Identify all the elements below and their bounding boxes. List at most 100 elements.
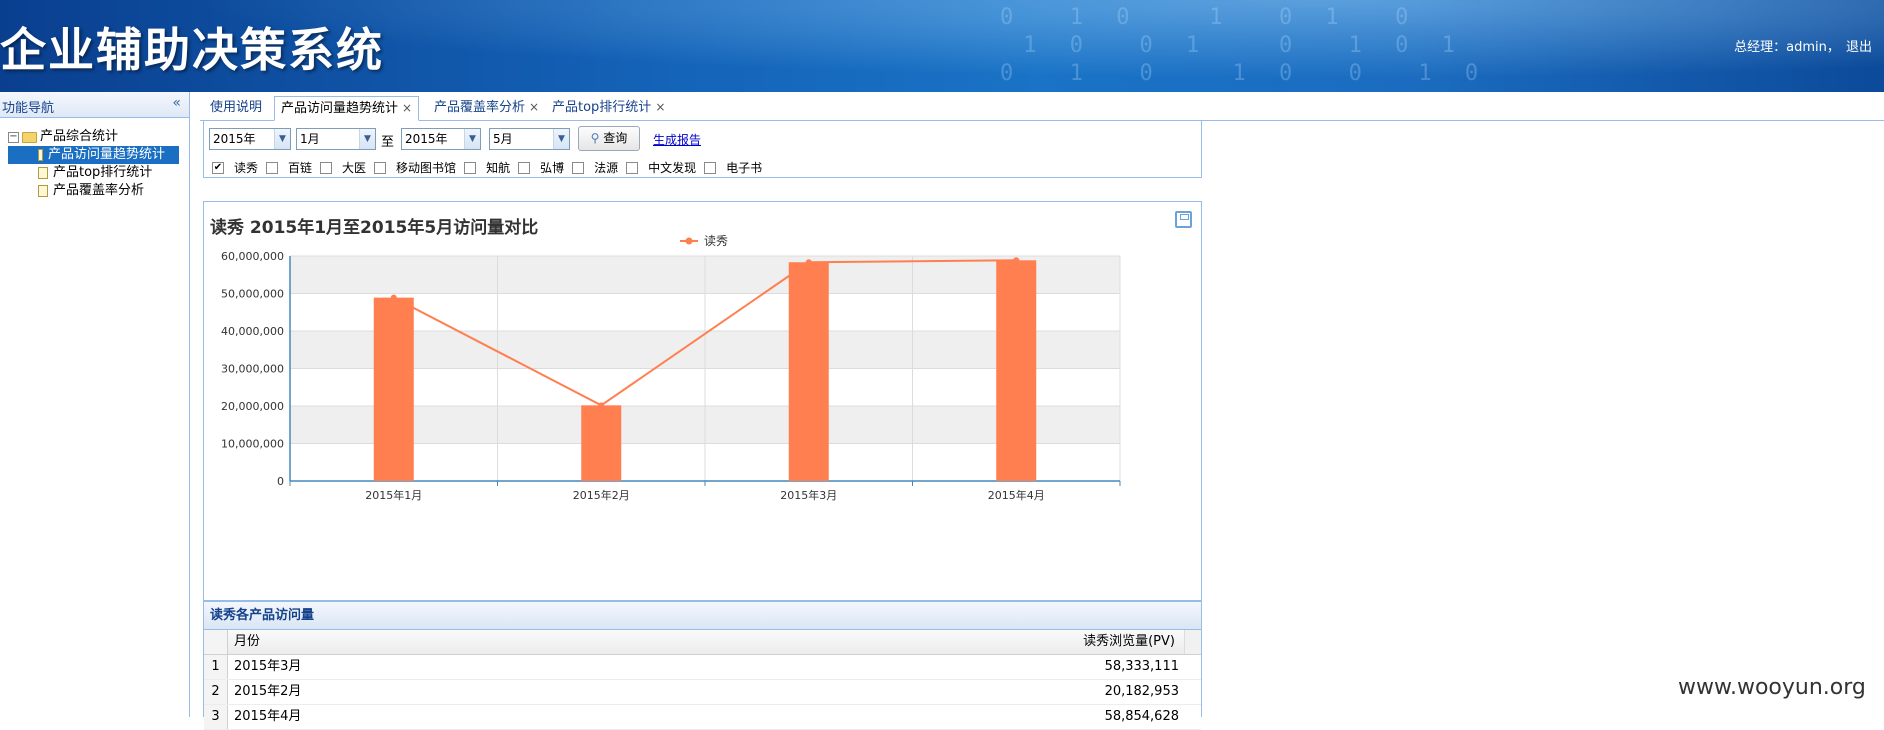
tab-visit-trend[interactable]: 产品访问量趋势统计 × — [274, 96, 420, 121]
cell-pv: 20,182,953 — [1104, 684, 1179, 699]
x-tick-label: 2015年4月 — [988, 488, 1045, 502]
from-month-select[interactable]: 1月 ▼ — [296, 128, 376, 150]
checkbox-icon[interactable] — [266, 161, 279, 174]
cell-month: 2015年4月 — [234, 709, 302, 724]
y-tick-label: 10,000,000 — [221, 438, 284, 451]
product-checkbox[interactable]: 知航 — [464, 159, 510, 176]
tab-coverage[interactable]: 产品覆盖率分析 × — [428, 96, 545, 121]
checkbox-icon[interactable] — [626, 161, 639, 174]
row-number: 3 — [204, 705, 228, 729]
nav-tree: − 产品综合统计 产品访问量趋势统计 产品top排行统计 产品覆盖率分析 — [0, 118, 189, 200]
select-value: 2015年 — [213, 132, 256, 146]
checkbox-icon[interactable] — [704, 161, 717, 174]
tree-item-label: 产品访问量趋势统计 — [47, 147, 165, 162]
visit-chart: 0 10,000,000 20,000,000 30,000,000 40,000,00… — [221, 234, 1121, 502]
tab-top-ranking[interactable]: 产品top排行统计 × — [546, 96, 671, 121]
sidebar: 功能导航 « − 产品综合统计 产品访问量趋势统计 产品top排行统计 产品覆盖… — [0, 92, 190, 717]
data-grid-panel: 读秀各产品访问量 月份 读秀浏览量(PV) 1 2015年3月 58,333,1… — [203, 601, 1202, 730]
row-number: 1 — [204, 655, 228, 679]
app-title: 企业辅助决策系统 — [0, 23, 384, 77]
product-checkbox[interactable]: 弘博 — [518, 159, 564, 176]
chevron-down-icon: ▼ — [553, 129, 569, 149]
table-row[interactable]: 1 2015年3月 58,333,111 — [204, 655, 1201, 680]
to-year-select[interactable]: 2015年 ▼ — [401, 128, 481, 150]
x-tick-label: 2015年2月 — [573, 488, 630, 502]
bar-2 — [581, 405, 622, 481]
collapse-sidebar-icon[interactable]: « — [172, 95, 181, 111]
product-checkbox[interactable]: 移动图书馆 — [374, 159, 456, 176]
chevron-down-icon: ▼ — [274, 129, 290, 149]
product-checkbox[interactable]: 法源 — [572, 159, 618, 176]
y-tick-label: 0 — [277, 475, 284, 488]
product-checkboxes: ✔ 读秀 百链 大医 移动图书馆 知航 弘博 法源 中文发现 电子书 — [212, 159, 770, 176]
tree-item-coverage[interactable]: 产品覆盖率分析 — [38, 182, 189, 200]
chart-panel: 读秀 2015年1月至2015年5月访问量对比 0 10,000,000 20,00… — [203, 201, 1202, 601]
product-checkbox[interactable]: ✔ 读秀 — [212, 159, 258, 176]
checkbox-label: 百链 — [288, 161, 313, 175]
tab-help[interactable]: 使用说明 — [204, 96, 268, 121]
product-checkbox[interactable]: 中文发现 — [626, 159, 696, 176]
search-icon: ⚲ — [590, 131, 600, 145]
tree-collapse-icon[interactable]: − — [8, 131, 19, 143]
close-icon[interactable]: × — [655, 100, 665, 114]
cell-month: 2015年3月 — [234, 659, 302, 674]
checkbox-label: 弘博 — [540, 161, 565, 175]
close-icon[interactable]: × — [529, 100, 539, 114]
query-button[interactable]: ⚲ 查询 — [578, 126, 640, 151]
chevron-down-icon: ▼ — [464, 129, 480, 149]
chevron-down-icon: ▼ — [359, 129, 375, 149]
from-year-select[interactable]: 2015年 ▼ — [209, 128, 291, 150]
table-row[interactable]: 2 2015年2月 20,182,953 — [204, 680, 1201, 705]
checkbox-label: 读秀 — [234, 161, 259, 175]
checkbox-icon[interactable] — [320, 161, 333, 174]
y-tick-label: 40,000,000 — [221, 325, 284, 338]
tree-item-visit-trend[interactable]: 产品访问量趋势统计 — [8, 146, 179, 164]
checkbox-label: 移动图书馆 — [396, 161, 457, 175]
document-icon — [38, 149, 43, 161]
to-month-select[interactable]: 5月 ▼ — [489, 128, 570, 150]
sidebar-header: 功能导航 « — [0, 92, 189, 118]
filter-panel: 2015年 ▼ 1月 ▼ 至 2015年 ▼ 5月 ▼ ⚲ 查询 生成报告 ✔ 读秀 百链 大… — [203, 121, 1202, 178]
generate-report-link[interactable]: 生成报告 — [653, 131, 701, 148]
line-point-2 — [598, 402, 605, 409]
y-tick-label: 60,000,000 — [221, 250, 284, 263]
product-checkbox[interactable]: 大医 — [320, 159, 366, 176]
row-number-header — [204, 630, 228, 654]
user-label: 总经理：admin， — [1734, 40, 1840, 55]
checkbox-checked-icon[interactable]: ✔ — [212, 161, 224, 174]
grid-title: 读秀各产品访问量 — [204, 602, 1201, 630]
product-checkbox[interactable]: 百链 — [266, 159, 312, 176]
close-icon[interactable]: × — [402, 101, 412, 115]
tree-node-product-stats[interactable]: − 产品综合统计 — [8, 128, 189, 146]
watermark: www.wooyun.org — [1678, 675, 1866, 700]
select-value: 5月 — [493, 132, 513, 146]
checkbox-icon[interactable] — [518, 161, 531, 174]
line-point-4 — [1013, 257, 1020, 264]
checkbox-label: 中文发现 — [648, 161, 697, 175]
row-number: 2 — [204, 680, 228, 704]
column-header-pv[interactable]: 读秀浏览量(PV) — [1083, 630, 1175, 654]
column-header-month[interactable]: 月份 — [234, 630, 260, 654]
bar-4 — [996, 260, 1037, 481]
tree-item-label: 产品覆盖率分析 — [53, 183, 145, 198]
cell-month: 2015年2月 — [234, 684, 302, 699]
logout-link[interactable]: 退出 — [1846, 40, 1872, 55]
checkbox-icon[interactable] — [572, 161, 585, 174]
checkbox-label: 法源 — [594, 161, 619, 175]
checkbox-label: 大医 — [342, 161, 367, 175]
user-area: 总经理：admin， 退出 — [1732, 36, 1872, 55]
tab-bar: 使用说明 产品访问量趋势统计 × 产品覆盖率分析 × 产品top排行统计 × — [200, 92, 1884, 121]
tab-label: 产品访问量趋势统计 — [281, 101, 399, 116]
bar-1 — [373, 297, 414, 481]
app-header: 0 1 0 1 0 1 0 1 0 0 1 0 1 0 1 0 1 0 1 0 … — [0, 0, 1884, 92]
checkbox-icon[interactable] — [374, 161, 387, 174]
y-tick-label: 30,000,000 — [221, 363, 284, 376]
query-button-label: 查询 — [603, 131, 628, 145]
product-checkbox[interactable]: 电子书 — [704, 159, 762, 176]
tree-item-top-ranking[interactable]: 产品top排行统计 — [38, 164, 189, 182]
scrollbar-corner — [1184, 630, 1201, 654]
table-row[interactable]: 3 2015年4月 58,854,628 — [204, 705, 1201, 730]
tab-label: 使用说明 — [210, 100, 263, 115]
line-point-3 — [805, 259, 812, 266]
checkbox-icon[interactable] — [464, 161, 477, 174]
